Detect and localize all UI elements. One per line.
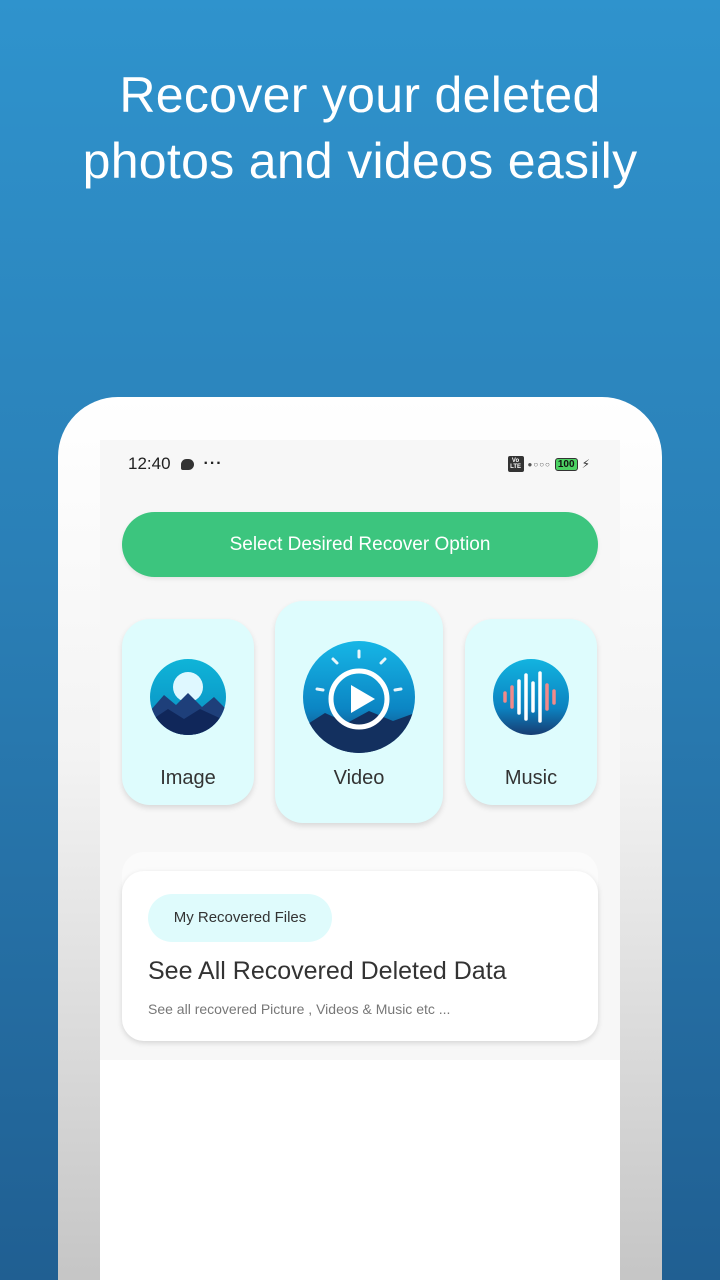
- recovered-title: See All Recovered Deleted Data: [148, 957, 507, 985]
- play-icon: [303, 641, 415, 753]
- image-option-label: Image: [160, 767, 216, 789]
- my-recovered-files-chip[interactable]: My Recovered Files: [148, 894, 332, 942]
- volte-icon: Vo LTE: [507, 456, 524, 472]
- recovered-files-card[interactable]: My Recovered Files See All Recovered Del…: [122, 871, 598, 1041]
- image-option-card[interactable]: Image: [122, 619, 254, 805]
- battery-icon: 100: [554, 457, 578, 471]
- select-recover-option-banner[interactable]: Select Desired Recover Option: [122, 512, 598, 577]
- video-option-label: Video: [333, 767, 385, 789]
- app-area: 12:40 ··· Vo LTE ●○○○ 100 ⚡ Select Desir…: [100, 440, 620, 1060]
- audio-wave-icon: [493, 659, 569, 735]
- status-time: 12:40: [128, 454, 171, 473]
- recovered-subtitle: See all recovered Picture , Videos & Mus…: [148, 1001, 451, 1017]
- headline-line-2: photos and videos easily: [82, 133, 638, 189]
- chat-notification-icon: [180, 458, 194, 470]
- music-option-label: Music: [504, 767, 558, 789]
- headline-line-1: Recover your deleted: [119, 67, 601, 123]
- phone-screen: 12:40 ··· Vo LTE ●○○○ 100 ⚡ Select Desir…: [100, 440, 620, 1280]
- charging-icon: ⚡: [581, 457, 590, 471]
- image-icon: [150, 659, 226, 735]
- promo-headline: Recover your deleted photos and videos e…: [0, 62, 720, 194]
- signal-icon: ●○○○: [527, 459, 551, 469]
- video-option-card[interactable]: Video: [275, 601, 443, 823]
- music-option-card[interactable]: Music: [465, 619, 597, 805]
- more-notifications-icon: ···: [203, 455, 223, 472]
- status-bar: 12:40 ··· Vo LTE ●○○○ 100 ⚡: [100, 440, 620, 488]
